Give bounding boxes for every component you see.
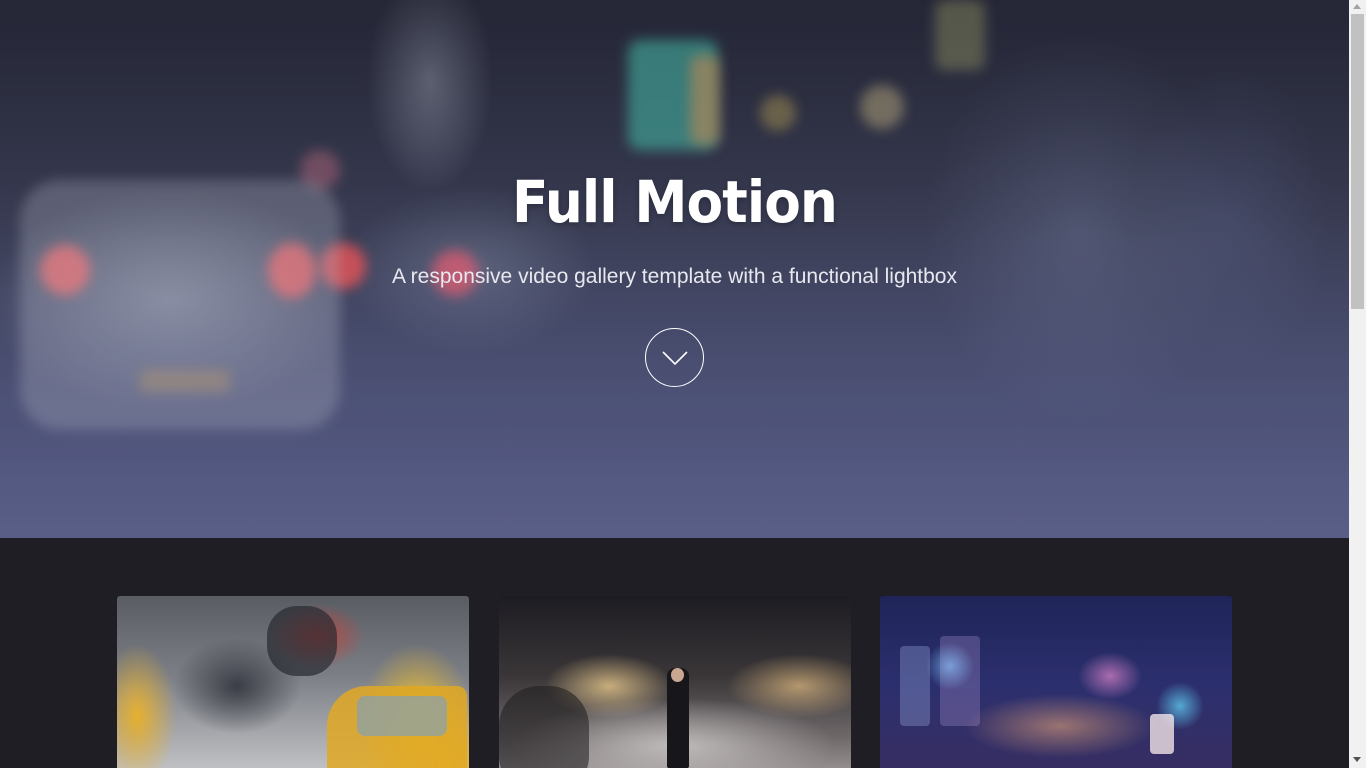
page: Full Motion A responsive video gallery t… xyxy=(0,0,1349,768)
bokeh-light xyxy=(760,95,796,131)
road xyxy=(0,420,1349,538)
scroll-up-arrow-icon[interactable] xyxy=(1353,4,1361,9)
person-head xyxy=(671,668,684,682)
video-gallery xyxy=(0,538,1349,768)
bokeh-light xyxy=(1150,714,1174,754)
license-plate xyxy=(140,370,230,392)
building-shape xyxy=(900,646,930,726)
taxi-window xyxy=(357,696,447,736)
scrollbar-thumb[interactable] xyxy=(1351,14,1364,309)
scroll-down-arrow-icon[interactable] xyxy=(1353,757,1361,762)
building-shape xyxy=(940,636,980,726)
chevron-down-icon xyxy=(661,350,688,365)
hero-banner: Full Motion A responsive video gallery t… xyxy=(0,0,1349,538)
bokeh-light xyxy=(860,85,904,129)
car-shape xyxy=(267,606,337,676)
scroll-down-button[interactable] xyxy=(645,328,704,387)
page-title: Full Motion xyxy=(511,168,838,236)
video-thumbnail-taxis[interactable] xyxy=(117,596,469,768)
video-thumbnail-city-lights[interactable] xyxy=(880,596,1232,768)
video-thumbnail-crossing[interactable] xyxy=(499,596,851,768)
page-subtitle: A responsive video gallery template with… xyxy=(392,265,957,288)
vertical-scrollbar[interactable] xyxy=(1349,0,1366,768)
bokeh-light xyxy=(690,55,720,145)
person-shape xyxy=(667,668,689,768)
motion-blur-figure xyxy=(499,686,589,768)
bokeh-light xyxy=(935,0,985,70)
